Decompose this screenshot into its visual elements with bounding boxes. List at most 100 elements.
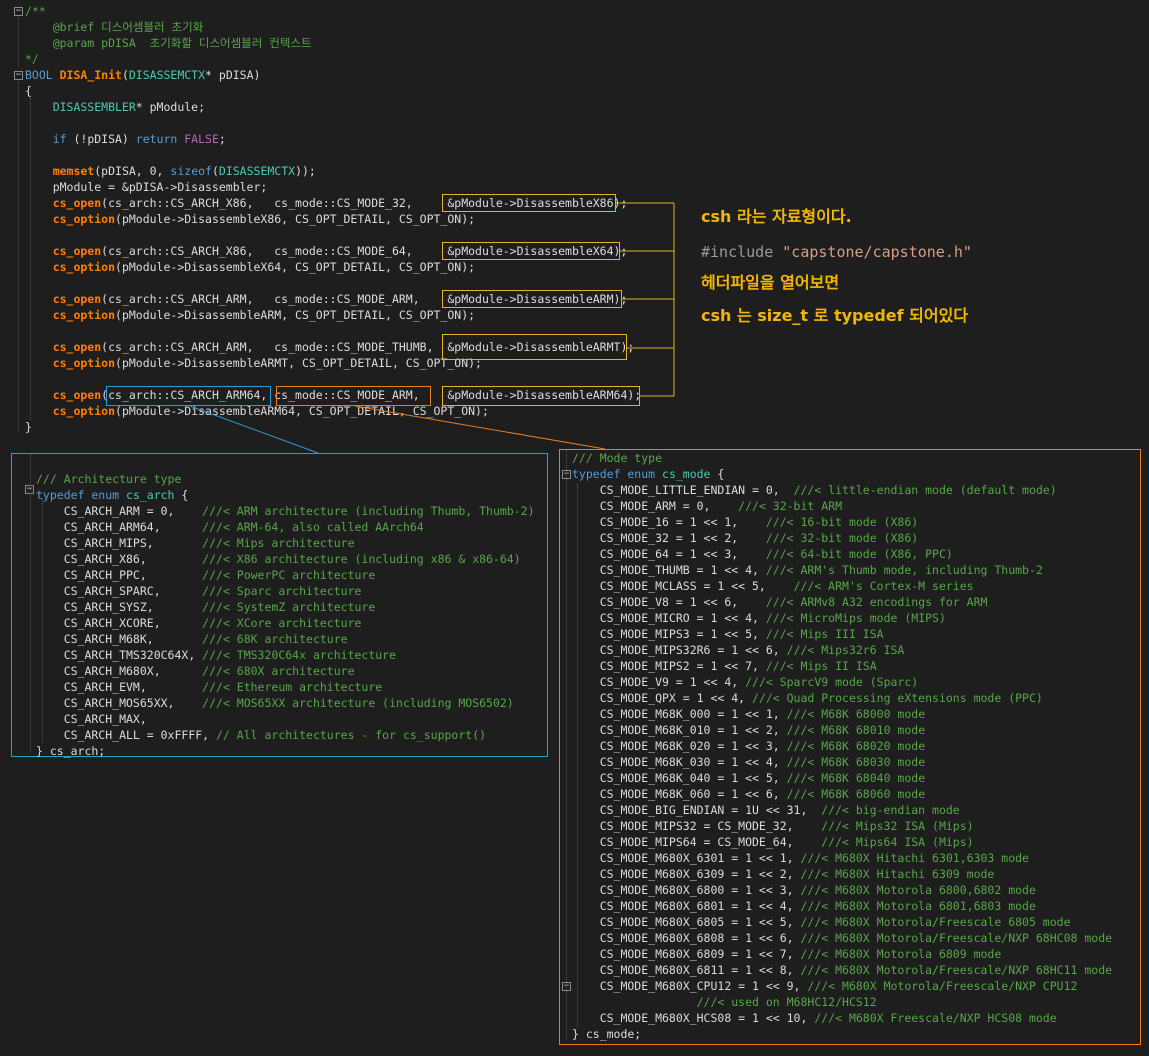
code-line: CS_MODE_ARM = 0, ///< 32-bit ARM — [572, 498, 842, 514]
code-line: CS_ARCH_ARM64, ///< ARM-64, also called … — [36, 519, 424, 535]
annotation-include: #include "capstone/capstone.h" — [701, 243, 972, 261]
code-line: CS_ARCH_XCORE, ///< XCore architecture — [36, 615, 362, 631]
code-token: CS_MODE_M68K_020 = 1 << 3, — [572, 739, 787, 753]
code-line: CS_ARCH_TMS320C64X, ///< TMS320C64x arch… — [36, 647, 396, 663]
code-line: CS_MODE_THUMB = 1 << 4, ///< ARM's Thumb… — [572, 562, 1043, 578]
code-line: CS_ARCH_MIPS, ///< Mips architecture — [36, 535, 355, 551]
code-token: } cs_mode; — [572, 1027, 642, 1041]
code-token: CS_ARCH_SPARC, — [36, 584, 203, 598]
code-token: } cs_arch; — [36, 744, 106, 758]
code-line: CS_ARCH_X86, ///< X86 architecture (incl… — [36, 551, 521, 567]
code-line: CS_MODE_MICRO = 1 << 4, ///< MicroMips m… — [572, 610, 946, 626]
code-token: ///< Mips64 ISA (Mips) — [821, 835, 974, 849]
code-line: CS_MODE_M68K_010 = 1 << 2, ///< M68K 680… — [572, 722, 925, 738]
code-token: ///< M680X Hitachi 6309 mode — [800, 867, 995, 881]
code-token: ///< M680X Freescale/NXP HCS08 mode — [814, 1011, 1057, 1025]
code-token: ///< XCore architecture — [202, 616, 362, 630]
code-line: CS_MODE_V8 = 1 << 6, ///< ARMv8 A32 enco… — [572, 594, 988, 610]
code-line: CS_MODE_M680X_6801 = 1 << 4, ///< M680X … — [572, 898, 1036, 914]
code-line: CS_ARCH_M680X, ///< 680X architecture — [36, 663, 355, 679]
code-token: CS_MODE_M680X_6801 = 1 << 4, — [572, 899, 801, 913]
code-token: ///< Quad Processing eXtensions mode (PP… — [752, 691, 1043, 705]
code-token: CS_MODE_V9 = 1 << 4, — [572, 675, 746, 689]
code-token: ///< big-endian mode — [821, 803, 960, 817]
code-token: CS_MODE_ARM = 0, — [572, 499, 739, 513]
code-token: ///< Mips architecture — [202, 536, 355, 550]
code-token: CS_ARCH_EVM, — [36, 680, 203, 694]
code-token: ///< ARM's Thumb mode, including Thumb-2 — [765, 563, 1043, 577]
code-token: ///< M680X Motorola 6800,6802 mode — [800, 883, 1036, 897]
code-token: CS_ARCH_MOS65XX, — [36, 696, 203, 710]
code-line: CS_ARCH_ARM = 0, ///< ARM architecture (… — [36, 503, 535, 519]
code-token: CS_MODE_MICRO = 1 << 4, — [572, 611, 766, 625]
include-keyword: #include — [701, 243, 783, 261]
code-token: CS_ARCH_MAX, — [36, 712, 147, 726]
code-line: CS_ARCH_PPC, ///< PowerPC architecture — [36, 567, 376, 583]
code-token: ///< Mips III ISA — [765, 627, 884, 641]
code-token: CS_MODE_MIPS32 = CS_MODE_32, — [572, 819, 822, 833]
arch-fold-guide — [30, 454, 31, 752]
code-line: CS_ARCH_SPARC, ///< Sparc architecture — [36, 583, 362, 599]
code-token: CS_MODE_M68K_040 = 1 << 5, — [572, 771, 787, 785]
code-token: ///< Mips32r6 ISA — [786, 643, 905, 657]
code-token: ///< M68K 68030 mode — [786, 755, 926, 769]
code-token: CS_MODE_M680X_HCS08 = 1 << 10, — [572, 1011, 815, 1025]
code-token: { — [174, 488, 189, 502]
code-line: CS_MODE_M68K_030 = 1 << 4, ///< M68K 680… — [572, 754, 925, 770]
code-token: CS_ARCH_ARM = 0, — [36, 504, 203, 518]
code-token: CS_MODE_M68K_010 = 1 << 2, — [572, 723, 787, 737]
code-token: ///< 680X architecture — [202, 664, 355, 678]
code-token: CS_MODE_THUMB = 1 << 4, — [572, 563, 766, 577]
code-line: CS_MODE_M680X_HCS08 = 1 << 10, ///< M680… — [572, 1010, 1057, 1026]
annotation-line-4: csh 는 size_t 로 typedef 되어있다 — [701, 306, 969, 325]
code-token: CS_MODE_M680X_6309 = 1 << 2, — [572, 867, 801, 881]
code-token: CS_MODE_M680X_6808 = 1 << 6, — [572, 931, 801, 945]
code-line: CS_MODE_M680X_6808 = 1 << 6, ///< M680X … — [572, 930, 1112, 946]
code-token: CS_MODE_32 = 1 << 2, — [572, 531, 766, 545]
code-token: CS_MODE_16 = 1 << 1, — [572, 515, 766, 529]
code-line: CS_MODE_V9 = 1 << 4, ///< SparcV9 mode (… — [572, 674, 919, 690]
code-line: CS_MODE_MIPS32 = CS_MODE_32, ///< Mips32… — [572, 818, 974, 834]
code-token: CS_ARCH_MIPS, — [36, 536, 203, 550]
code-token: CS_MODE_64 = 1 << 3, — [572, 547, 766, 561]
code-token: /// Mode type — [572, 451, 663, 465]
code-token: CS_MODE_M680X_6301 = 1 << 1, — [572, 851, 801, 865]
code-token: ///< ARM's Cortex-M series — [793, 579, 974, 593]
code-line: CS_MODE_MIPS3 = 1 << 5, ///< Mips III IS… — [572, 626, 884, 642]
code-token: CS_MODE_MIPS64 = CS_MODE_64, — [572, 835, 822, 849]
code-token: CS_ARCH_XCORE, — [36, 616, 203, 630]
include-path: "capstone/capstone.h" — [782, 243, 972, 261]
code-line: CS_MODE_M680X_6809 = 1 << 7, ///< M680X … — [572, 946, 1002, 962]
code-token: CS_ARCH_ALL = 0xFFFF, — [36, 728, 217, 742]
code-token: ///< M680X Motorola/Freescale/NXP 68HC08… — [800, 931, 1113, 945]
code-token: ///< 32-bit ARM — [738, 499, 843, 513]
code-token: ///< 32-bit mode (X86) — [765, 531, 919, 545]
code-token: CS_ARCH_ARM64, — [36, 520, 203, 534]
code-token: CS_MODE_MIPS3 = 1 << 5, — [572, 627, 766, 641]
code-token: CS_MODE_M680X_CPU12 = 1 << 9, — [572, 979, 808, 993]
code-token: ///< MicroMips mode (MIPS) — [765, 611, 946, 625]
code-line: CS_MODE_64 = 1 << 3, ///< 64-bit mode (X… — [572, 546, 953, 562]
code-line: ///< used on M68HC12/HCS12 — [572, 994, 877, 1010]
code-token: ///< SparcV9 mode (Sparc) — [745, 675, 919, 689]
code-token: ///< SystemZ architecture — [202, 600, 376, 614]
code-token: CS_ARCH_PPC, — [36, 568, 203, 582]
annotation-line-1: csh 라는 자료형이다. — [701, 207, 852, 226]
code-token: ///< Mips II ISA — [765, 659, 877, 673]
code-token: ///< M68K 68020 mode — [786, 739, 926, 753]
code-line: CS_MODE_BIG_ENDIAN = 1U << 31, ///< big-… — [572, 802, 960, 818]
code-token: { — [710, 467, 725, 481]
annotation-line-3: 헤더파일을 열어보면 — [701, 273, 840, 292]
code-token: ///< 68K architecture — [202, 632, 348, 646]
code-line: } cs_arch; — [36, 743, 105, 759]
code-token: CS_MODE_M680X_6809 = 1 << 7, — [572, 947, 801, 961]
code-token: CS_MODE_M680X_6800 = 1 << 3, — [572, 883, 801, 897]
code-token: CS_MODE_BIG_ENDIAN = 1U << 31, — [572, 803, 822, 817]
code-token: CS_MODE_LITTLE_ENDIAN = 0, — [572, 483, 794, 497]
code-line: } cs_mode; — [572, 1026, 641, 1042]
code-token: typedef enum — [572, 467, 663, 481]
code-line: CS_MODE_32 = 1 << 2, ///< 32-bit mode (X… — [572, 530, 919, 546]
code-token: CS_MODE_MIPS32R6 = 1 << 6, — [572, 643, 787, 657]
code-token: ///< X86 architecture (including x86 & x… — [202, 552, 521, 566]
code-line: CS_MODE_M680X_6301 = 1 << 1, ///< M680X … — [572, 850, 1029, 866]
